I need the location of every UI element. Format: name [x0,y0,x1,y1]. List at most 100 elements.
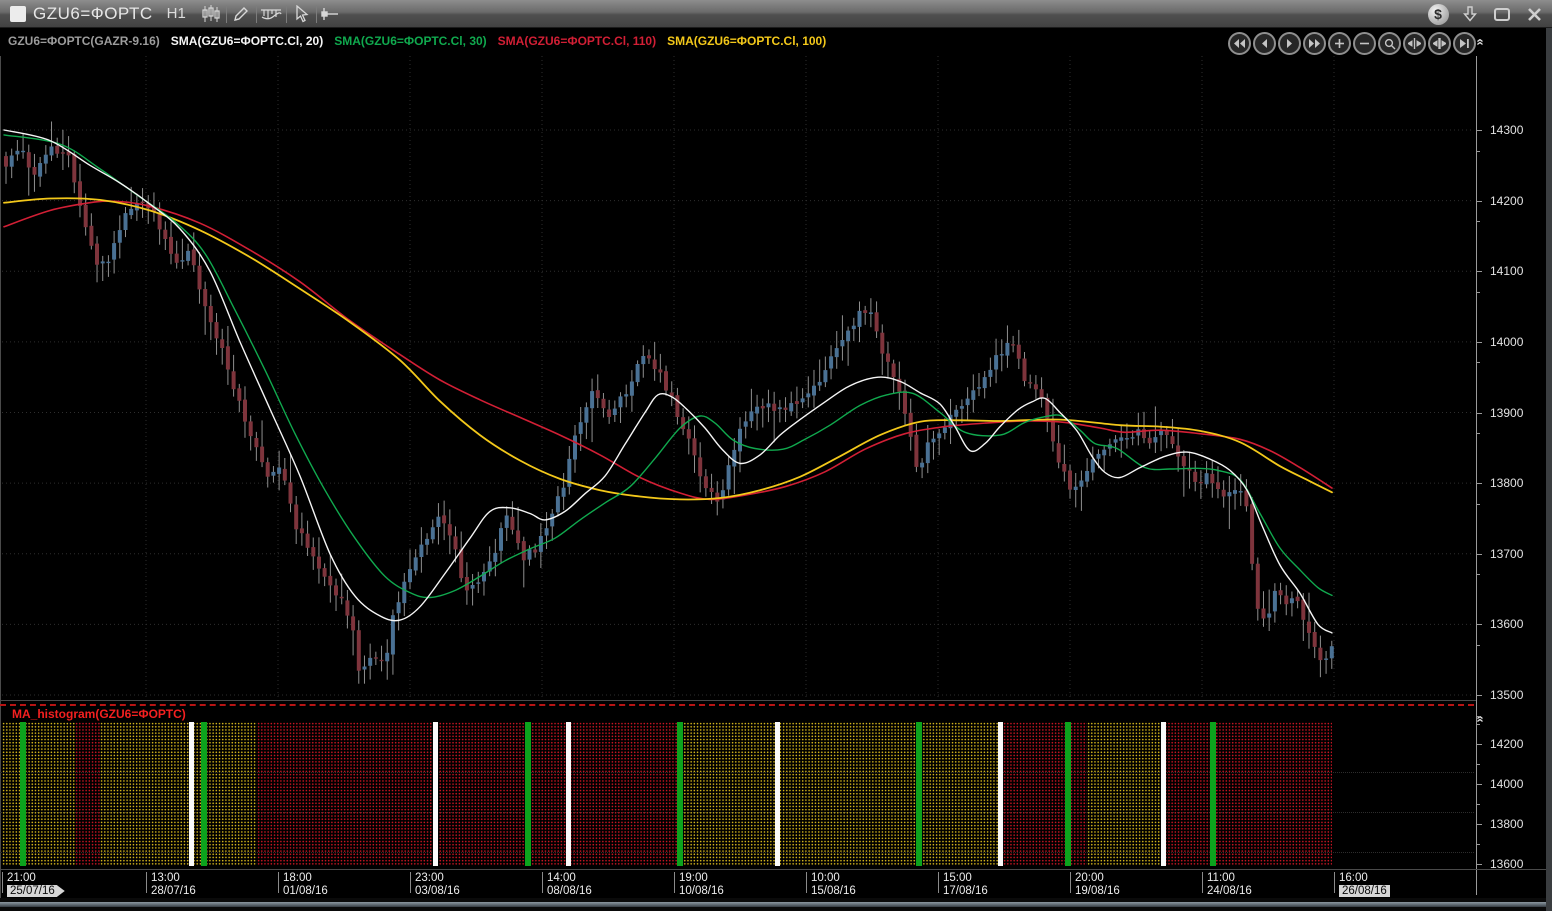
window-icon [10,6,26,22]
time-label: 21:00 [7,872,36,884]
chart-workspace: GZU6=ФОРТС(GAZR-9.16) SMA(GZU6=ФОРТС.Cl, … [0,28,1552,911]
toolbar-divider [286,5,287,23]
price-axis-tick [1477,764,1480,765]
histogram-marker-white [775,722,780,866]
time-axis-tick [674,872,675,893]
price-axis-tick [1477,433,1480,434]
time-label: 15:00 [943,872,972,884]
time-label: 14:00 [547,872,576,884]
time-axis-tick [278,872,279,893]
price-axis-tick [1477,744,1482,745]
date-label: 01/08/16 [283,885,328,897]
date-label: 10/08/16 [679,885,724,897]
cursor-icon[interactable] [288,2,315,26]
window-bottom-frame [0,898,1552,911]
price-axis-tick [1477,724,1480,725]
histogram-segment-red [1003,722,1087,866]
toolbar-divider [316,5,317,23]
price-axis-tick [1477,271,1482,272]
pencil-icon[interactable] [228,2,255,26]
window-right-frame [1546,28,1552,911]
chart-legend: GZU6=ФОРТС(GAZR-9.16) SMA(GZU6=ФОРТС.Cl, … [8,34,826,48]
legend-sma-110[interactable]: SMA(GZU6=ФОРТС.Cl, 110) [498,34,656,48]
date-label: 03/08/16 [415,885,460,897]
collapse-panel-icon[interactable]: » [1475,38,1485,45]
price-axis-label: 14200 [1490,737,1542,751]
price-axis-tick [1477,483,1482,484]
price-axis-tick [1477,624,1482,625]
time-axis-tick [1070,872,1071,893]
legend-sma-100[interactable]: SMA(GZU6=ФОРТС.Cl, 100) [667,34,826,48]
time-label: 19:00 [679,872,708,884]
time-label: 20:00 [1075,872,1104,884]
back-button[interactable] [1253,32,1276,55]
date-label: 25/07/16 [7,885,65,897]
fast-forward-button[interactable] [1303,32,1326,55]
application-window: GZU6=ФОРТС H1 $ GZU6=ФОРТС(GAZR-9.16) SMA… [0,0,1552,911]
histogram-segment-red [1161,722,1332,866]
time-axis-tick [146,872,147,893]
time-axis-tick [1202,872,1203,893]
legend-sma-30[interactable]: SMA(GZU6=ФОРТС.Cl, 30) [334,34,486,48]
time-label: 18:00 [283,872,312,884]
price-axis-tick [1477,413,1482,414]
time-label: 16:00 [1339,872,1368,884]
histogram-marker-green [677,722,683,866]
price-axis-tick [1477,151,1480,152]
download-icon[interactable] [1458,3,1482,25]
currency-icon[interactable]: $ [1426,3,1450,25]
price-axis-label: 13700 [1490,547,1542,561]
price-axis-label: 14200 [1490,194,1542,208]
histogram-marker-green [1065,722,1071,866]
price-axis-tick [1477,362,1480,363]
price-axis-label: 14100 [1490,264,1542,278]
time-axis-tick [1334,872,1335,893]
timeframe-label: H1 [167,5,186,22]
histogram-segment-yellow [100,722,257,866]
histogram-marker-green [525,722,531,866]
time-axis-tick [2,872,3,893]
histogram-segment-red [75,722,100,866]
objects-list-icon[interactable] [318,2,345,26]
histogram-marker-white [433,722,438,866]
price-axis-label: 14000 [1490,335,1542,349]
zoom-out-button[interactable] [1353,32,1376,55]
histogram-marker-green [20,722,26,866]
indicator-pane-border [0,704,1474,706]
time-axis-tick [410,872,411,893]
forward-button[interactable] [1278,32,1301,55]
pane-separator[interactable] [0,700,1476,701]
price-axis-tick [1477,844,1480,845]
window-title: GZU6=ФОРТС [33,4,153,24]
compress-bar-button[interactable] [1428,32,1451,55]
indicator-icon[interactable] [258,2,285,26]
histogram-marker-green [201,722,207,866]
titlebar-toolbar [198,0,345,28]
zoom-in-button[interactable] [1328,32,1351,55]
close-icon[interactable] [1522,3,1546,25]
price-axis-tick [1477,130,1482,131]
histogram-segment-yellow [680,722,1003,866]
date-badge: 25/07/16 [7,885,65,897]
date-badge: 26/08/16 [1339,885,1390,897]
date-label: 24/08/16 [1207,885,1252,897]
price-axis-tick [1477,221,1480,222]
candlestick-chart-icon[interactable] [198,2,225,26]
time-label: 13:00 [151,872,180,884]
price-axis-tick [1477,804,1480,805]
ma-histogram-pane[interactable] [0,722,1474,866]
chart-nav-toolbar [1228,32,1476,55]
price-axis-tick [1477,201,1482,202]
minimize-icon[interactable] [1490,3,1514,25]
price-axis-tick [1477,342,1482,343]
time-axis[interactable]: 21:0025/07/1613:0028/07/1618:0001/08/162… [0,869,1546,899]
price-axis-label: 14000 [1490,777,1542,791]
fast-back-button[interactable] [1228,32,1251,55]
legend-sma-20[interactable]: SMA(GZU6=ФОРТС.Cl, 20) [171,34,323,48]
title-bar[interactable]: GZU6=ФОРТС H1 $ [0,0,1552,28]
price-axis-label: 13800 [1490,817,1542,831]
main-candlestick-chart[interactable] [0,56,1475,700]
compress-h-button[interactable] [1403,32,1426,55]
zoom-area-button[interactable] [1378,32,1401,55]
legend-instrument[interactable]: GZU6=ФОРТС(GAZR-9.16) [8,34,160,48]
